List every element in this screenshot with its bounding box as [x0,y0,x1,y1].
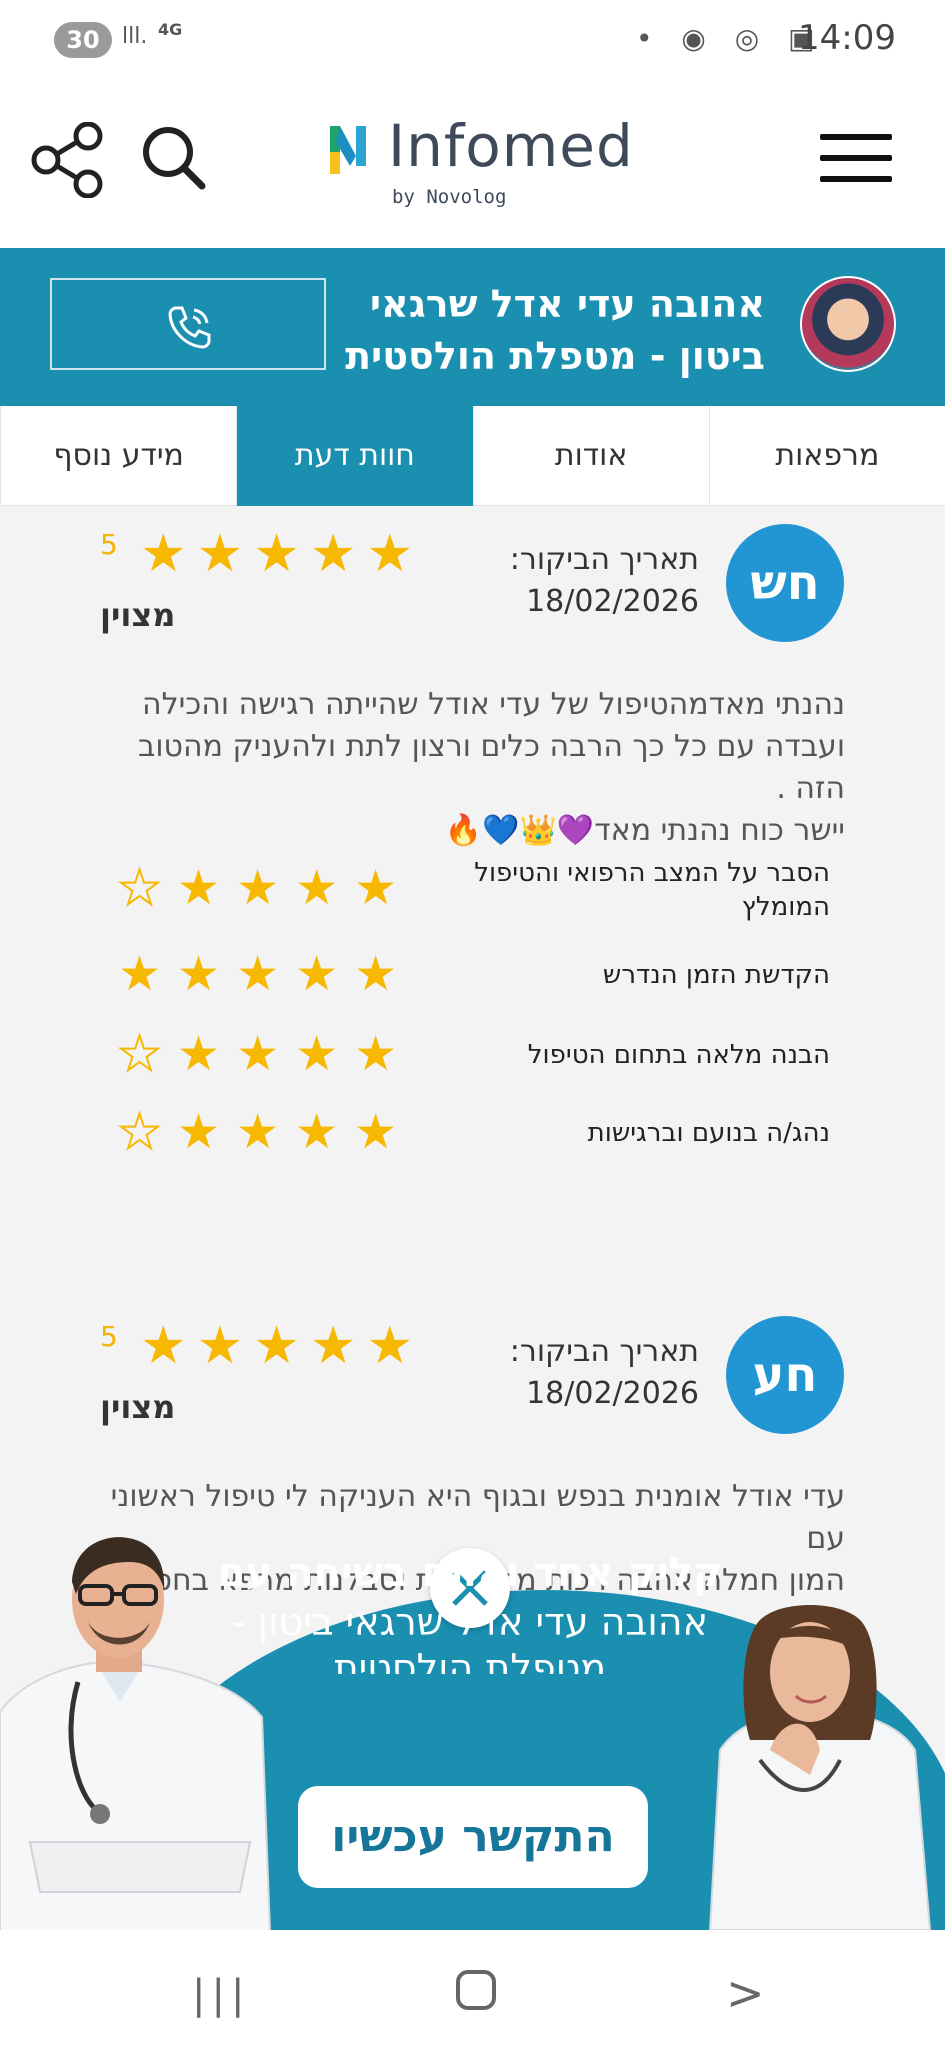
star-icon: ★ [236,946,280,1002]
star-icon: ★ [295,946,339,1002]
female-doctor-illustration [708,1605,932,1930]
star-empty-icon: ★ [117,1026,162,1082]
status-notification-icons: • ◉ ◎ ▣ [636,22,825,55]
star-icon: ★ [177,860,221,916]
star-icon: ★ [309,524,357,584]
star-icon: ★ [366,1316,414,1376]
star-icon: ★ [354,860,398,916]
star-icon: ★ [140,1316,187,1376]
site-header: Infomed by Novolog [0,82,945,248]
profile-tabs: מידע נוסף חוות דעת אודות מרפאות [0,406,945,506]
network-type: 4G [158,20,183,39]
home-icon[interactable] [456,1970,496,2010]
logo-text: Infomed [388,112,634,180]
promo-doctor-name: אהובה עדי אדל שרגאי ביטון - [231,1600,708,1644]
criterion-stars: ★ ★ ★ ★ ★ [117,860,398,916]
criterion-label: הבנה מלאה בתחום הטיפול [527,1040,830,1070]
criterion-row: הסבר על המצב הרפואי והטיפול המומלץ ★ ★ ★… [100,858,840,924]
notification-count-pill: 30 [54,22,112,58]
star-icon: ★ [236,1026,280,1082]
search-icon[interactable] [140,124,208,192]
star-icon: ★ [236,1104,280,1160]
star-icon: ★ [354,1026,398,1082]
review-score: 5 [100,1320,118,1353]
criterion-row: נהג/ה בנועם וברגישות ★ ★ ★ ★ ★ [100,1104,840,1168]
star-icon: ★ [354,1104,398,1160]
promo-headline: קליק אחד ואתם בשיחה עם [217,1550,723,1596]
infomed-logo[interactable]: Infomed by Novolog [326,112,633,212]
star-icon: ★ [236,860,280,916]
doctor-name: אהובה עדי אדל שרגאי ביטון - מטפלת הולסטי… [345,282,765,378]
star-icon: ★ [295,1104,339,1160]
rating-text: מצוין [100,1388,176,1426]
rating-text: מצוין [100,596,176,634]
star-icon: ★ [354,946,398,1002]
clock: 14:09 [798,18,896,58]
android-nav-bar: ||| > [0,1930,945,2048]
reviewer-initials-badge: חע [726,1316,844,1434]
reviewer-initials-badge: חש [726,524,844,642]
star-icon: ★ [196,1316,244,1376]
star-icon: ★ [177,946,221,1002]
star-icon: ★ [253,524,300,584]
star-icon: ★ [295,860,339,916]
call-now-button[interactable]: התקשר עכשיו [298,1786,648,1888]
overall-stars: ★ ★ ★ ★ ★ [140,528,413,580]
tab-about[interactable]: אודות [472,406,709,506]
logo-subtext: by Novolog [392,186,507,208]
criterion-row: הקדשת הזמן הנדרש ★ ★ ★ ★ ★ [100,950,840,1010]
review-score: 5 [100,528,118,561]
tab-more-info[interactable]: מידע נוסף [0,406,236,506]
back-icon[interactable]: > [726,1966,765,2020]
criterion-label: הסבר על המצב הרפואי והטיפול המומלץ [474,858,830,922]
star-icon: ★ [366,524,414,584]
visit-date-label: תאריך הביקור: [509,542,699,577]
overall-stars: ★ ★ ★ ★ ★ [140,1320,413,1372]
recent-apps-icon[interactable]: ||| [192,1972,250,2018]
criterion-stars: ★ ★ ★ ★ ★ [117,1104,398,1160]
promo-doctor-title: מטפלת הולסטית [333,1646,607,1674]
star-icon: ★ [140,524,187,584]
star-icon: ★ [177,1104,221,1160]
star-icon: ★ [177,1026,221,1082]
criterion-label: הקדשת הזמן הנדרש [602,960,830,990]
star-empty-icon: ★ [117,860,162,916]
star-icon: ★ [309,1316,357,1376]
tab-reviews[interactable]: חוות דעת [236,406,473,506]
doctor-avatar [800,276,896,372]
tab-clinics[interactable]: מרפאות [708,406,945,506]
status-bar: 30 lll. 4G • ◉ ◎ ▣ 14:09 [0,0,945,82]
call-button[interactable] [50,278,326,370]
star-icon: ★ [295,1026,339,1082]
share-icon[interactable] [30,121,106,199]
review-text: נהנתי מאדמהטיפול של עדי אודל שהייתה רגיש… [138,687,845,848]
criterion-stars: ★ ★ ★ ★ ★ [117,1026,398,1082]
doctor-banner: אהובה עדי אדל שרגאי ביטון - מטפלת הולסטי… [0,248,945,406]
visit-date: 18/02/2026 [526,1376,699,1411]
hamburger-menu-icon[interactable] [820,134,892,184]
logo-mark-icon [330,126,366,174]
visit-date: 18/02/2026 [526,584,699,619]
criterion-stars: ★ ★ ★ ★ ★ [118,950,397,998]
criterion-label: נהג/ה בנועם וברגישות [587,1118,830,1148]
phone-icon [168,306,211,349]
star-icon: ★ [196,524,244,584]
signal-icon: lll. [122,24,148,49]
visit-date-label: תאריך הביקור: [509,1334,699,1369]
star-icon: ★ [253,1316,300,1376]
criterion-row: הבנה מלאה בתחום הטיפול ★ ★ ★ ★ ★ [100,1026,840,1090]
star-empty-icon: ★ [117,1104,162,1160]
star-icon: ★ [118,946,162,1002]
